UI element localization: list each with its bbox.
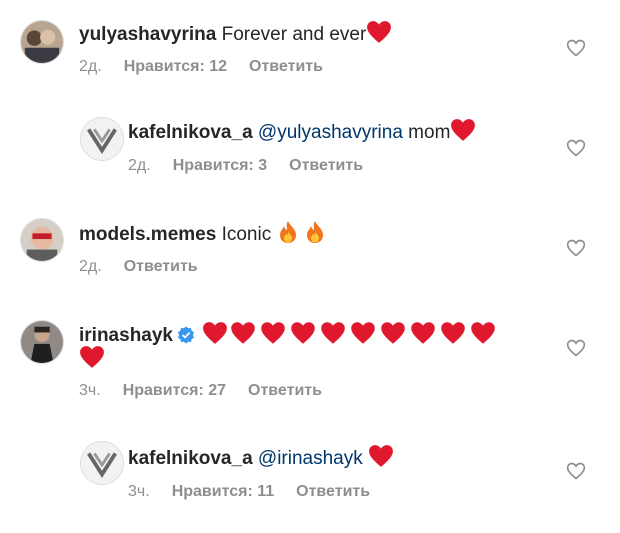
heart-emoji — [261, 322, 286, 344]
heart-emoji — [321, 322, 346, 344]
heart-emoji — [411, 322, 436, 344]
timestamp: 2д. — [79, 258, 102, 275]
avatar[interactable] — [20, 320, 64, 364]
comment-text: Iconic — [221, 224, 272, 245]
heart-emoji-row — [202, 322, 498, 346]
comment-meta: 2д. Ответить — [79, 257, 220, 277]
timestamp: 3ч. — [128, 483, 150, 500]
likes-count[interactable]: Нравится: 11 — [172, 483, 274, 500]
heart-emoji — [367, 21, 392, 43]
avatar[interactable] — [80, 441, 124, 485]
like-heart-outline-icon[interactable] — [566, 38, 586, 58]
avatar[interactable] — [20, 20, 64, 64]
username[interactable]: yulyashavyrina — [79, 24, 216, 45]
likes-count[interactable]: Нравится: 12 — [124, 58, 227, 75]
reply-button[interactable]: Ответить — [124, 258, 198, 275]
fire-emoji — [306, 221, 323, 243]
timestamp: 3ч. — [79, 382, 101, 399]
username[interactable]: kafelnikova_a — [128, 122, 253, 143]
like-heart-outline-icon[interactable] — [566, 461, 586, 481]
comment-line: kafelnikova_a @yulyashavyrina mom — [128, 118, 476, 145]
heart-emoji — [291, 322, 316, 344]
username[interactable]: irinashayk — [79, 325, 173, 346]
timestamp: 2д. — [79, 58, 102, 75]
mention-link[interactable]: @irinashayk — [258, 448, 363, 469]
comment-meta: 2д. Нравится: 3 Ответить — [128, 156, 385, 176]
comment-meta: 2д. Нравится: 12 Ответить — [79, 57, 345, 77]
like-heart-outline-icon[interactable] — [566, 238, 586, 258]
heart-emoji — [231, 322, 256, 344]
heart-emoji — [203, 322, 228, 344]
reply-button[interactable]: Ответить — [248, 382, 322, 399]
comment-line: irinashayk — [79, 321, 498, 348]
mention-link[interactable]: @yulyashavyrina — [258, 122, 403, 143]
comment-text: mom — [408, 122, 451, 143]
comment-line: models.memes Iconic — [79, 220, 326, 247]
comment-line: yulyashavyrina Forever and ever — [79, 20, 392, 47]
avatar[interactable] — [20, 218, 64, 262]
heart-emoji — [381, 322, 406, 344]
heart-emoji — [369, 445, 393, 467]
heart-emoji — [451, 119, 476, 141]
like-heart-outline-icon[interactable] — [566, 138, 586, 158]
verified-badge-icon — [178, 326, 194, 344]
likes-count[interactable]: Нравится: 27 — [123, 382, 226, 399]
like-heart-outline-icon[interactable] — [566, 338, 586, 358]
heart-emoji — [441, 322, 466, 344]
comment-meta: 3ч. Нравится: 27 Ответить — [79, 381, 344, 401]
timestamp: 2д. — [128, 157, 151, 174]
comment-text: Forever and ever — [221, 24, 367, 45]
avatar[interactable] — [80, 117, 124, 161]
fire-emoji — [279, 221, 296, 243]
comment-line-wrap — [79, 345, 105, 372]
username[interactable]: models.memes — [79, 224, 216, 245]
reply-button[interactable]: Ответить — [296, 483, 370, 500]
username[interactable]: kafelnikova_a — [128, 448, 253, 469]
heart-emoji — [351, 322, 376, 344]
heart-emoji — [80, 346, 104, 368]
comment-line: kafelnikova_a @irinashayk — [128, 444, 394, 471]
heart-emoji — [471, 322, 496, 344]
comment-meta: 3ч. Нравится: 11 Ответить — [128, 482, 392, 502]
reply-button[interactable]: Ответить — [289, 157, 363, 174]
likes-count[interactable]: Нравится: 3 — [173, 157, 267, 174]
reply-button[interactable]: Ответить — [249, 58, 323, 75]
